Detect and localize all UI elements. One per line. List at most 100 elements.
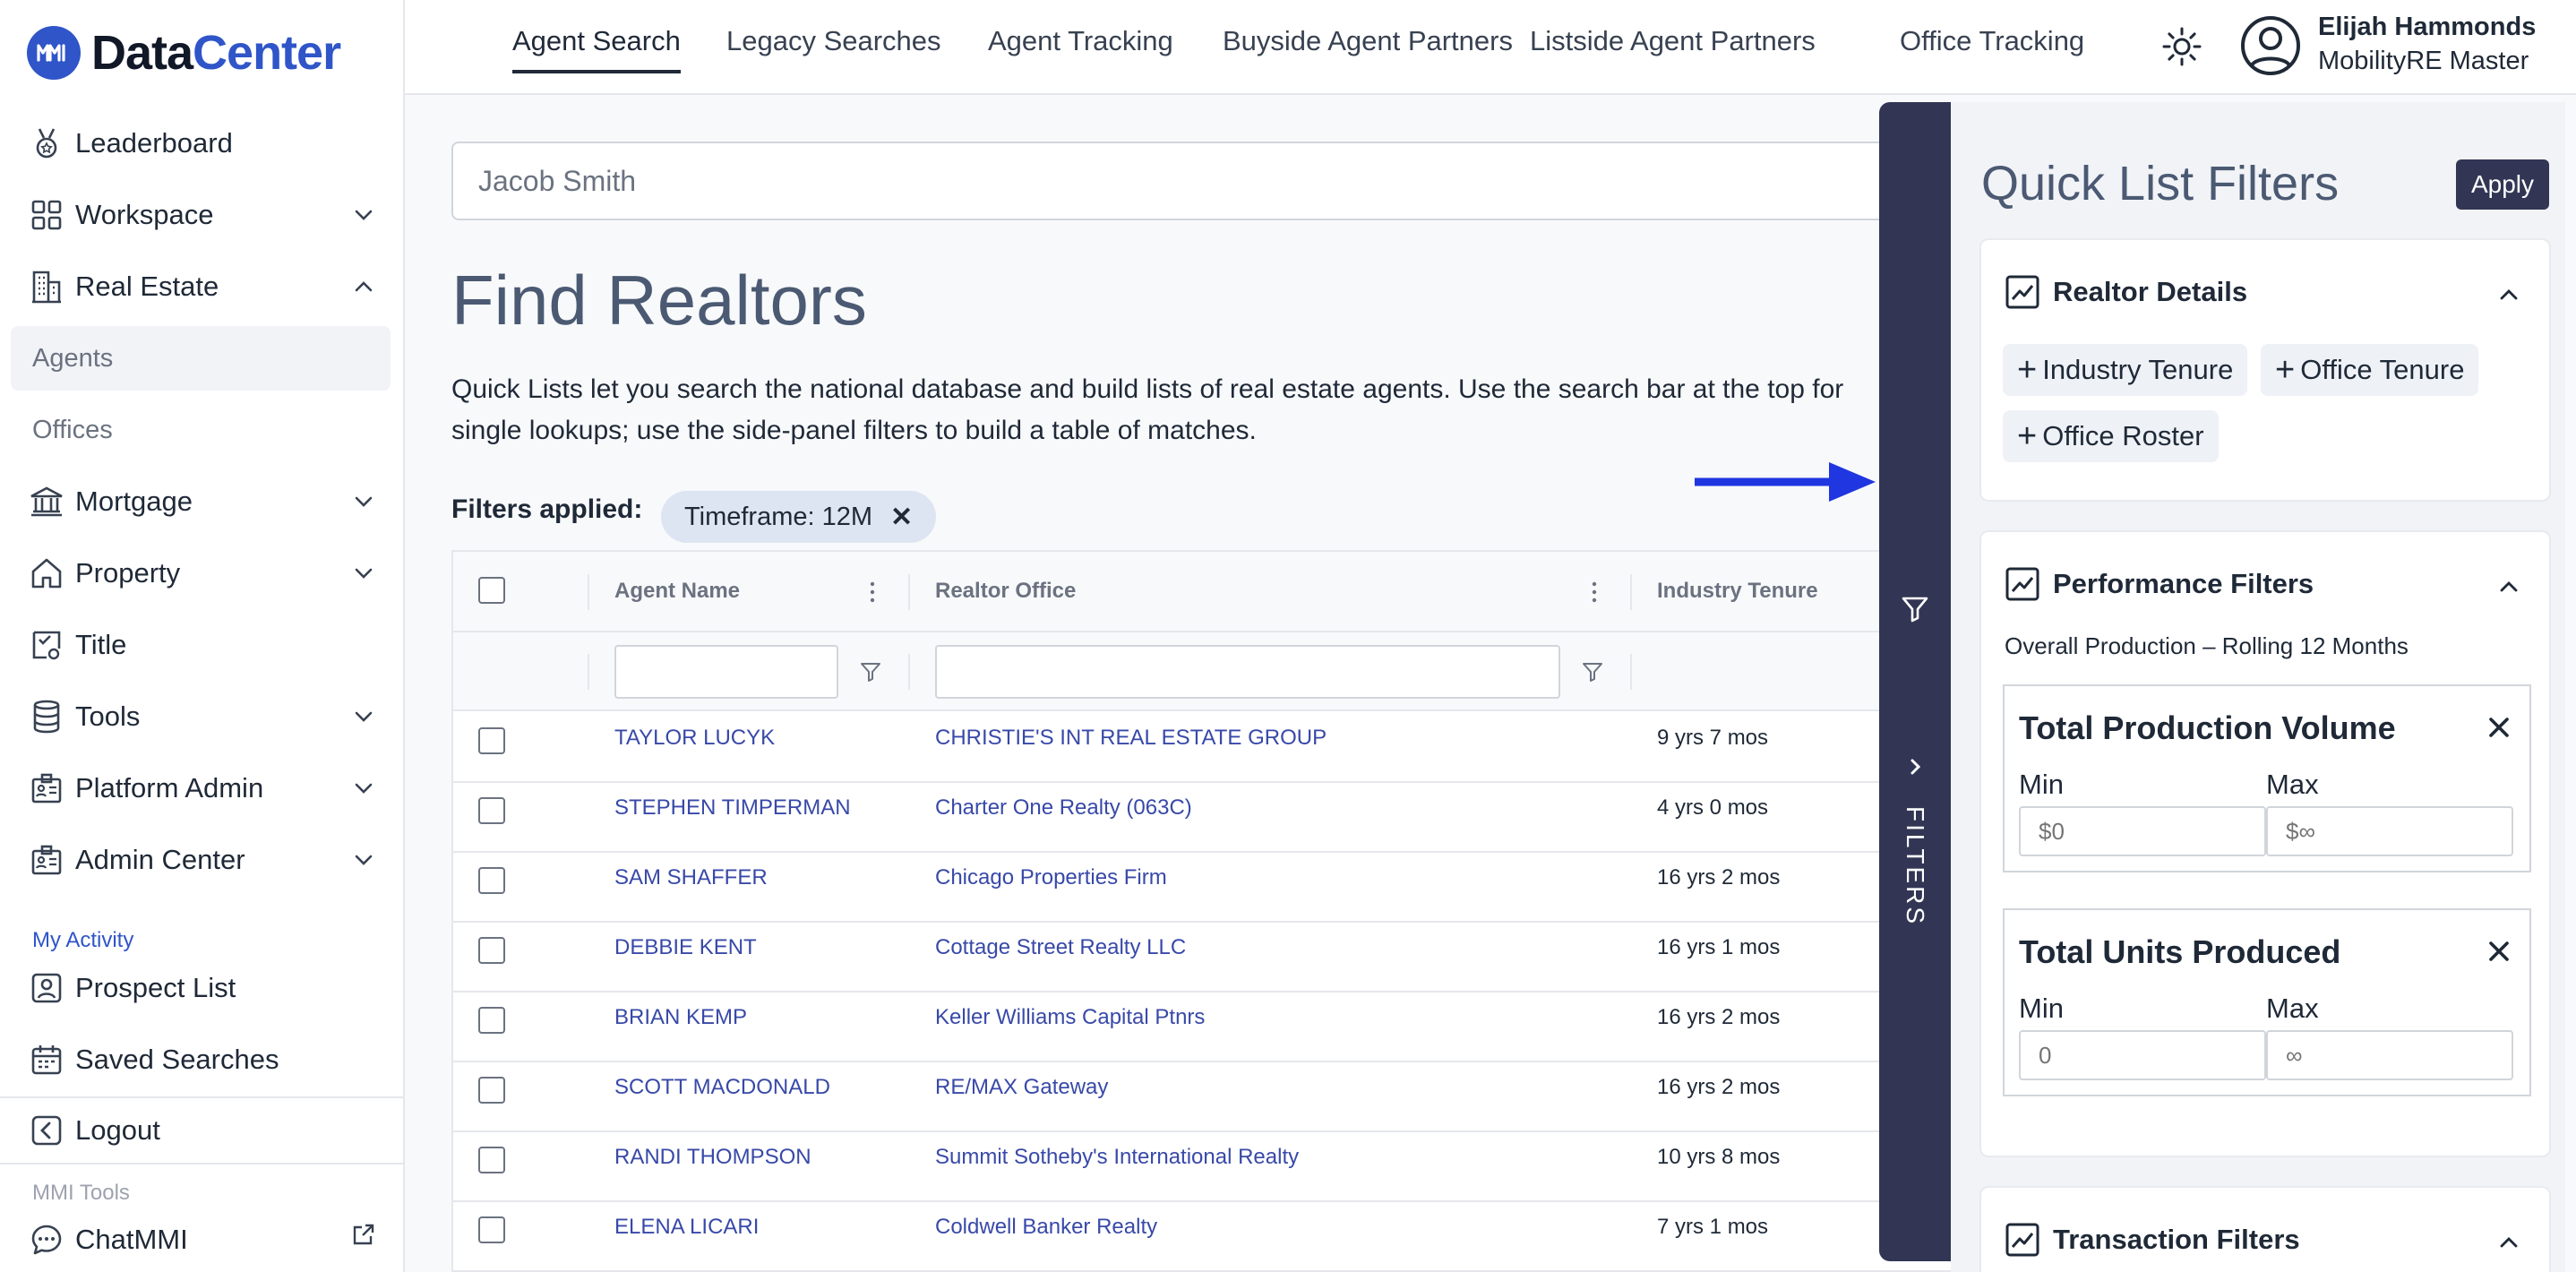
performance-filters-header[interactable]: Performance Filters	[2005, 566, 2314, 602]
production-volume-min-input[interactable]	[2019, 806, 2266, 856]
tab-office-tracking[interactable]: Office Tracking	[1900, 25, 2084, 73]
theme-toggle-sun-icon[interactable]	[2160, 25, 2203, 68]
sidebar-item-saved-searches[interactable]: Saved Searches	[27, 1033, 378, 1087]
close-icon[interactable]	[2485, 713, 2513, 742]
column-header-industry-tenure[interactable]: Industry Tenure	[1657, 579, 1818, 604]
datacenter-logo[interactable]: DataCenter	[27, 25, 341, 81]
chevron-down-icon[interactable]	[351, 847, 376, 872]
column-separator	[588, 654, 589, 690]
chevron-up-icon[interactable]	[2495, 573, 2522, 600]
sidebar-item-tools[interactable]: Tools	[27, 690, 378, 743]
chart-box-icon	[2005, 275, 2039, 309]
row-checkbox[interactable]	[478, 727, 505, 754]
realtor-office-link[interactable]: Keller Williams Capital Ptnrs	[935, 1005, 1205, 1030]
transaction-filters-header[interactable]: Transaction Filters	[2005, 1222, 2300, 1258]
filter-icon[interactable]	[858, 659, 883, 684]
row-checkbox[interactable]	[478, 797, 505, 824]
tab-listside-agent-partners[interactable]: Listside Agent Partners	[1530, 25, 1816, 73]
row-checkbox[interactable]	[478, 937, 505, 964]
row-checkbox[interactable]	[478, 1147, 505, 1173]
sidebar-item-platform-admin[interactable]: Platform Admin	[27, 761, 378, 815]
agent-name-link[interactable]: RANDI THOMPSON	[614, 1145, 811, 1170]
units-produced-min-input[interactable]	[2019, 1030, 2266, 1080]
chevron-down-icon[interactable]	[351, 561, 376, 586]
realtor-office-link[interactable]: Cottage Street Realty LLC	[935, 935, 1186, 960]
row-checkbox[interactable]	[478, 1216, 505, 1243]
realtor-office-link[interactable]: RE/MAX Gateway	[935, 1075, 1108, 1100]
add-industry-tenure-pill[interactable]: + Industry Tenure	[2003, 344, 2248, 396]
user-avatar-icon[interactable]	[2239, 14, 2302, 77]
sidebar-item-chatmmi[interactable]: ChatMMI	[27, 1213, 378, 1267]
column-header-realtor-office[interactable]: Realtor Office	[935, 579, 1076, 604]
row-checkbox[interactable]	[478, 1077, 505, 1104]
column-menu-icon[interactable]	[863, 579, 881, 606]
agent-name-link[interactable]: SCOTT MACDONALD	[614, 1075, 830, 1100]
chevron-up-icon[interactable]	[2495, 281, 2522, 308]
table-header: Agent Name Realtor Office Industry Tenur…	[453, 552, 1987, 632]
chevron-down-icon[interactable]	[351, 704, 376, 729]
chevron-down-icon[interactable]	[351, 489, 376, 514]
realtor-office-link[interactable]: Charter One Realty (063C)	[935, 795, 1192, 821]
agent-name-filter-input[interactable]	[614, 645, 838, 699]
medal-icon	[27, 124, 66, 163]
column-header-agent-name[interactable]: Agent Name	[614, 579, 740, 604]
agent-search-input[interactable]	[451, 142, 1974, 220]
tab-legacy-searches[interactable]: Legacy Searches	[726, 25, 941, 73]
add-office-tenure-pill[interactable]: + Office Tenure	[2261, 344, 2479, 396]
logo-text: DataCenter	[91, 26, 341, 80]
sidebar-item-real-estate[interactable]: Real Estate	[27, 260, 378, 314]
agent-name-link[interactable]: TAYLOR LUCYK	[614, 726, 775, 751]
chevron-down-icon[interactable]	[351, 202, 376, 228]
realtor-office-link[interactable]: CHRISTIE'S INT REAL ESTATE GROUP	[935, 726, 1327, 751]
apply-button[interactable]: Apply	[2456, 159, 2549, 210]
chevron-up-icon[interactable]	[2495, 1229, 2522, 1256]
timeframe-filter-chip[interactable]: Timeframe: 12M ✕	[661, 491, 937, 543]
tab-buyside-agent-partners[interactable]: Buyside Agent Partners	[1223, 25, 1513, 73]
filter-icon[interactable]	[1580, 659, 1605, 684]
row-checkbox[interactable]	[478, 867, 505, 894]
sidebar-item-label: Title	[75, 629, 127, 660]
page-title: Find Realtors	[451, 261, 867, 339]
chevron-up-icon[interactable]	[351, 274, 376, 299]
realtor-office-link[interactable]: Coldwell Banker Realty	[935, 1215, 1157, 1240]
remove-filter-icon[interactable]: ✕	[890, 502, 913, 533]
metric-title: Total Production Volume	[2019, 709, 2396, 746]
column-menu-icon[interactable]	[1585, 579, 1603, 606]
sidebar-item-admin-center[interactable]: Admin Center	[27, 833, 378, 887]
realtor-office-link[interactable]: Summit Sotheby's International Realty	[935, 1145, 1299, 1170]
chevron-down-icon[interactable]	[351, 776, 376, 801]
sidebar-item-mortgage[interactable]: Mortgage	[27, 475, 378, 529]
row-checkbox[interactable]	[478, 1007, 505, 1034]
industry-tenure: 4 yrs 0 mos	[1657, 795, 1769, 820]
sidebar-item-title[interactable]: Title	[27, 618, 378, 672]
mmi-logo-icon	[27, 26, 81, 80]
close-icon[interactable]	[2485, 937, 2513, 966]
production-volume-max-input[interactable]	[2266, 806, 2513, 856]
add-office-roster-pill[interactable]: + Office Roster	[2003, 410, 2219, 462]
sidebar-item-property[interactable]: Property	[27, 546, 378, 600]
agent-name-link[interactable]: ELENA LICARI	[614, 1215, 759, 1240]
sidebar-item-prospect-list[interactable]: Prospect List	[27, 961, 378, 1015]
units-produced-max-input[interactable]	[2266, 1030, 2513, 1080]
select-all-checkbox[interactable]	[478, 577, 505, 604]
realtor-office-link[interactable]: Chicago Properties Firm	[935, 865, 1167, 890]
max-label: Max	[2266, 769, 2319, 800]
agent-name-link[interactable]: BRIAN KEMP	[614, 1005, 747, 1030]
agent-name-link[interactable]: SAM SHAFFER	[614, 865, 768, 890]
logout-button[interactable]: Logout	[27, 1104, 378, 1157]
tab-agent-search[interactable]: Agent Search	[512, 25, 681, 73]
pill-label: Office Tenure	[2300, 354, 2465, 385]
tab-agent-tracking[interactable]: Agent Tracking	[988, 25, 1173, 73]
sidebar-subitem-agents[interactable]: Agents	[11, 326, 391, 391]
sidebar-item-workspace[interactable]: Workspace	[27, 188, 378, 242]
sidebar-subitem-offices[interactable]: Offices	[11, 398, 391, 462]
realtor-office-filter-input[interactable]	[935, 645, 1560, 699]
transaction-filters-card: Transaction Filters	[1979, 1186, 2551, 1272]
realtor-details-card: Realtor Details + Industry Tenure + Office…	[1979, 238, 2551, 502]
agent-name-link[interactable]: STEPHEN TIMPERMAN	[614, 795, 851, 821]
external-link-icon[interactable]	[351, 1222, 376, 1247]
sidebar-item-leaderboard[interactable]: Leaderboard	[27, 116, 378, 170]
agent-name-link[interactable]: DEBBIE KENT	[614, 935, 757, 960]
filters-drawer-toggle[interactable]: FILTERS	[1879, 102, 1951, 1261]
realtor-details-header[interactable]: Realtor Details	[2005, 274, 2247, 310]
